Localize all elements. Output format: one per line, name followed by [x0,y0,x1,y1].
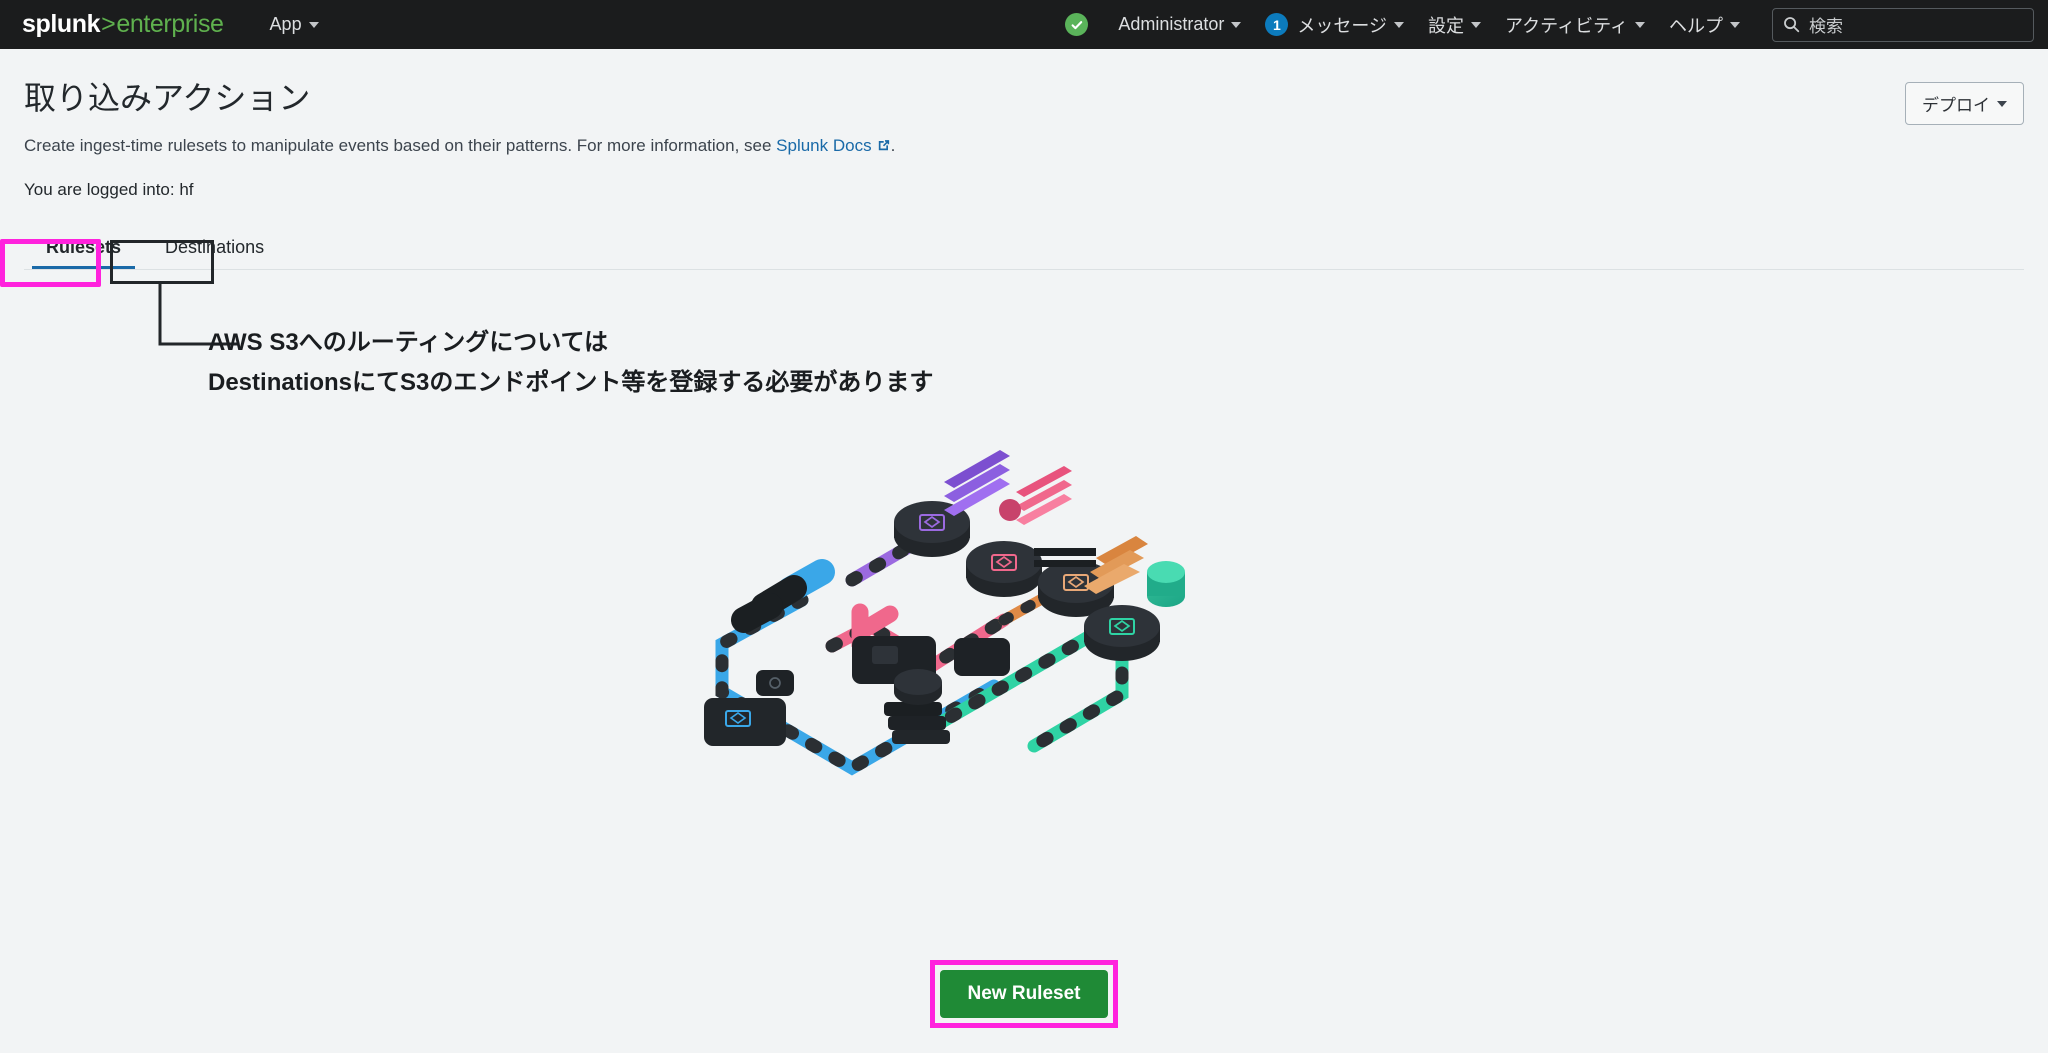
logo-text-splunk: splunk [22,10,101,38]
tab-rulesets-label: Rulesets [46,237,122,257]
activity-menu-label: アクティビティ [1505,15,1628,36]
page-description-text: Create ingest-time rulesets to manipulat… [24,136,777,155]
node-box-dark-right [954,638,1010,676]
splunk-docs-link[interactable]: Splunk Docs [776,136,890,155]
app-menu[interactable]: App [260,8,329,41]
ribbon-pink [999,466,1072,525]
messages-menu-label: メッセージ [1297,15,1388,36]
account-menu-label: Administrator [1118,14,1225,34]
health-check-ok-icon[interactable] [1065,13,1089,36]
chevron-down-icon [1231,21,1242,28]
page-description: Create ingest-time rulesets to manipulat… [24,135,2024,159]
node-stack-dark [884,702,950,744]
tab-bar: Rulesets Destinations [24,226,2024,270]
annotation-callout-line-1: AWS S3へのルーティングについては [208,329,609,356]
top-app-bar: splunk > enterprise App Administrator 1 メッ… [0,0,2048,49]
chevron-down-icon [1471,21,1482,28]
empty-state-illustration-container [0,430,2048,780]
account-menu[interactable]: Administrator [1108,8,1251,41]
global-search-input[interactable]: 検索 [1772,7,2034,42]
app-menu-group: App [260,8,329,41]
new-ruleset-zone: New Ruleset [0,960,2048,1028]
isometric-data-pipeline-illustration [704,450,1185,776]
page-description-suffix: . [890,136,896,155]
annotation-callout-line-2: DestinationsにてS3のエンドポイント等を登録する必要があります [208,369,934,396]
tab-rulesets[interactable]: Rulesets [24,231,143,270]
logo-text-enterprise: enterprise [116,10,224,38]
help-menu-label: ヘルプ [1669,15,1723,36]
node-connector-small [756,670,794,696]
chevron-down-icon [308,21,319,28]
new-ruleset-button[interactable]: New Ruleset [939,970,1109,1018]
global-search-placeholder: 検索 [1809,17,1843,36]
search-icon [1783,16,1800,33]
deploy-button-label: デプロイ [1922,96,1990,115]
splunk-docs-link-label: Splunk Docs [776,136,872,155]
deploy-button[interactable]: デプロイ [1905,82,2024,125]
node-disc-pink [966,541,1042,597]
tab-destinations-label: Destinations [165,237,265,257]
chevron-down-icon [1730,21,1740,28]
chevron-down-icon [1635,21,1645,28]
page-title: 取り込みアクション [24,80,311,116]
external-link-icon [876,137,891,159]
node-box-blue-left [704,698,786,746]
shape-teal-cylinder [1147,561,1185,607]
settings-menu-label: 設定 [1428,15,1465,36]
page-body: 取り込みアクション Create ingest-time rulesets to… [0,49,2048,270]
help-menu[interactable]: ヘルプ [1659,6,1750,44]
app-menu-label: App [269,14,302,34]
messages-count-badge: 1 [1265,13,1289,36]
node-puck-teal [894,669,942,705]
splunk-enterprise-logo[interactable]: splunk > enterprise [22,10,224,39]
tab-destinations[interactable]: Destinations [143,231,286,270]
logged-into-text: You are logged into: hf [24,180,194,199]
activity-menu[interactable]: アクティビティ [1495,6,1655,44]
logo-separator: > [101,10,116,38]
app-bar-right-group: Administrator 1 メッセージ 設定 アクティビティ ヘルプ 検索 [1065,6,2034,44]
messages-menu[interactable]: 1 メッセージ [1255,6,1414,44]
settings-menu[interactable]: 設定 [1418,6,1491,44]
node-disc-teal [1084,605,1160,661]
tab-bar-divider [24,269,2024,270]
chevron-down-icon [1997,100,2007,107]
annotation-highlight-new-ruleset: New Ruleset [929,960,1119,1028]
chevron-down-icon [1394,21,1405,28]
page-header: 取り込みアクション Create ingest-time rulesets to… [24,49,2024,200]
